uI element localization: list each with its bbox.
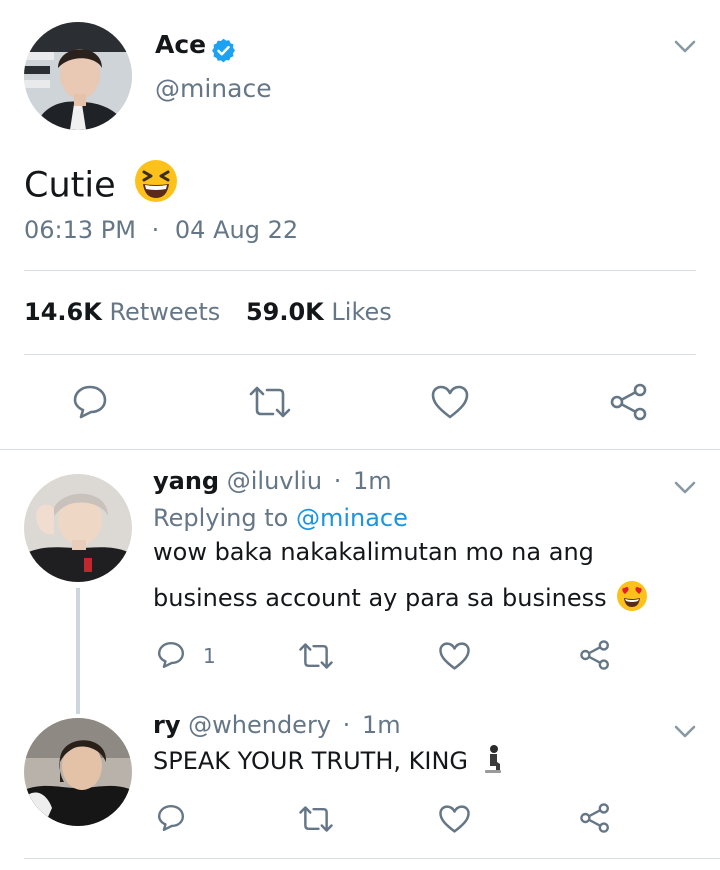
separator-dot: · bbox=[342, 711, 351, 739]
tweet-time: 06:13 PM bbox=[24, 216, 136, 244]
separator-dot: · bbox=[333, 467, 342, 495]
reply-icon[interactable] bbox=[156, 640, 186, 670]
avatar-ry[interactable] bbox=[24, 718, 132, 826]
reply-icon[interactable] bbox=[156, 803, 186, 833]
like-icon[interactable] bbox=[438, 641, 471, 671]
heart-eyes-face-icon bbox=[616, 580, 648, 618]
like-icon[interactable] bbox=[438, 804, 471, 834]
avatar-ace[interactable] bbox=[24, 22, 132, 130]
reply-handle[interactable]: @whendery bbox=[188, 711, 331, 739]
retweets-stat[interactable]: 14.6K Retweets bbox=[24, 298, 228, 326]
likes-stat[interactable]: 59.0K Likes bbox=[246, 298, 392, 326]
chevron-down-icon[interactable] bbox=[672, 479, 698, 497]
thread-line bbox=[76, 588, 80, 714]
reply-header: ry @whendery · 1m bbox=[153, 711, 401, 739]
tweet-date: 04 Aug 22 bbox=[174, 216, 299, 244]
reply-text: SPEAK YOUR TRUTH, KING bbox=[153, 744, 504, 780]
reply-time[interactable]: 1m bbox=[353, 467, 392, 495]
share-icon[interactable] bbox=[609, 382, 649, 422]
grinning-squinting-face-icon bbox=[133, 158, 179, 215]
display-name[interactable]: Ace bbox=[155, 30, 206, 59]
divider bbox=[24, 270, 696, 271]
reply-display-name[interactable]: ry bbox=[153, 711, 180, 739]
likes-label: Likes bbox=[331, 298, 392, 326]
reply-text-line-1: wow baka nakakalimutan mo na ang bbox=[153, 538, 594, 566]
engagement-stats: 14.6K Retweets 59.0K Likes bbox=[24, 298, 392, 326]
replying-to-handle[interactable]: @minace bbox=[296, 504, 408, 532]
handle[interactable]: @minace bbox=[155, 74, 272, 103]
retweets-label: Retweets bbox=[109, 298, 221, 326]
retweet-icon[interactable] bbox=[298, 641, 334, 671]
retweets-count: 14.6K bbox=[24, 298, 102, 326]
like-icon[interactable] bbox=[430, 384, 470, 420]
tweet-timestamp[interactable]: 06:13 PM · 04 Aug 22 bbox=[24, 216, 298, 244]
chevron-down-icon[interactable] bbox=[672, 38, 698, 56]
reply-display-name[interactable]: yang bbox=[153, 467, 219, 495]
verified-badge-icon bbox=[210, 37, 237, 64]
reply-handle[interactable]: @iluvliu bbox=[227, 467, 322, 495]
tweet-text-content: Cutie bbox=[24, 165, 116, 206]
likes-count: 59.0K bbox=[245, 298, 324, 326]
reply-icon[interactable] bbox=[71, 383, 109, 421]
share-icon[interactable] bbox=[579, 639, 611, 671]
chevron-down-icon[interactable] bbox=[672, 723, 698, 741]
reply-time[interactable]: 1m bbox=[362, 711, 401, 739]
retweet-icon[interactable] bbox=[298, 804, 334, 834]
section-divider bbox=[24, 858, 720, 859]
replying-to-label: Replying to bbox=[153, 504, 289, 532]
reply-text-content: SPEAK YOUR TRUTH, KING bbox=[153, 747, 468, 775]
reply-text-content: business account ay para sa business bbox=[153, 584, 607, 612]
divider bbox=[24, 354, 696, 355]
tweet-text: Cutie bbox=[24, 158, 179, 215]
reply-text-line-2: business account ay para sa business bbox=[153, 580, 648, 618]
section-divider bbox=[0, 449, 720, 450]
share-icon[interactable] bbox=[579, 802, 611, 834]
avatar-yang[interactable] bbox=[24, 474, 132, 582]
reply-header: yang @iluvliu · 1m bbox=[153, 467, 392, 495]
person-kneeling-icon bbox=[482, 744, 504, 780]
replying-to: Replying to @minace bbox=[153, 504, 408, 532]
retweet-icon[interactable] bbox=[248, 384, 292, 420]
reply-count: 1 bbox=[203, 644, 216, 668]
separator-dot: · bbox=[151, 216, 160, 244]
